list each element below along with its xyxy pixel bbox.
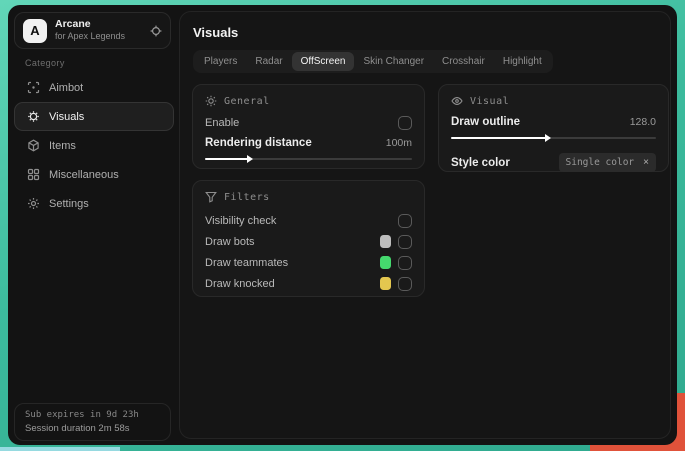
sidebar-item-miscellaneous[interactable]: Miscellaneous: [14, 160, 174, 189]
visual-panel: Visual Draw outline 128.0 Style color Si…: [438, 84, 669, 172]
draw-knocked-color-swatch[interactable]: [380, 277, 391, 290]
enable-row: Enable: [205, 116, 412, 130]
tab-skin-changer[interactable]: Skin Changer: [354, 52, 433, 71]
general-panel-header: General: [205, 95, 412, 107]
brand-card: A Arcane for Apex Legends: [14, 12, 171, 49]
sidebar-nav: Aimbot Visuals Items Miscellaneous Setti…: [14, 73, 174, 218]
target-icon[interactable]: [150, 25, 162, 37]
clear-icon[interactable]: ×: [643, 157, 649, 168]
rendering-distance-slider[interactable]: [205, 155, 412, 163]
main-content: Visuals Players Radar OffScreen Skin Cha…: [179, 11, 671, 439]
gear-icon: [27, 197, 40, 210]
filters-panel: Filters Visibility check Draw bots Draw …: [192, 180, 425, 297]
desktop-background: A Arcane for Apex Legends Category Aimbo…: [0, 0, 685, 451]
rendering-distance-row: Rendering distance 100m: [205, 137, 412, 149]
sub-expires-text: Sub expires in 9d 23h: [25, 410, 139, 420]
filter-label: Visibility check: [205, 214, 277, 227]
visibility-check-checkbox[interactable]: [398, 213, 412, 228]
sidebar-item-aimbot[interactable]: Aimbot: [14, 73, 174, 102]
draw-outline-row: Draw outline 128.0: [451, 116, 656, 128]
style-color-value: Single color: [565, 157, 635, 168]
brand-text: Arcane for Apex Legends: [55, 18, 150, 42]
tab-radar[interactable]: Radar: [246, 52, 291, 71]
sidebar-item-label: Settings: [49, 197, 89, 210]
sidebar-item-label: Items: [49, 139, 76, 152]
draw-bots-color-swatch[interactable]: [380, 235, 391, 248]
wallpaper-light-accent: [0, 447, 120, 451]
draw-teammates-color-swatch[interactable]: [380, 256, 391, 269]
crosshair-icon: [27, 81, 40, 94]
draw-bots-checkbox[interactable]: [398, 234, 412, 249]
sidebar-item-label: Miscellaneous: [49, 168, 119, 181]
funnel-icon: [205, 191, 217, 203]
enable-checkbox[interactable]: [398, 116, 412, 130]
subscription-footer: Sub expires in 9d 23h Session duration 2…: [14, 403, 171, 441]
draw-teammates-checkbox[interactable]: [398, 255, 412, 270]
tab-players[interactable]: Players: [195, 52, 246, 71]
draw-outline-value: 128.0: [629, 116, 656, 128]
filter-label: Draw bots: [205, 235, 255, 248]
visual-panel-title: Visual: [470, 95, 510, 107]
filter-row-visibility-check: Visibility check: [205, 210, 412, 231]
style-color-select[interactable]: Single color ×: [558, 153, 656, 172]
sidebar-item-items[interactable]: Items: [14, 131, 174, 160]
grid-icon: [27, 168, 40, 181]
sun-gear-icon: [205, 95, 217, 107]
filters-panel-header: Filters: [205, 191, 412, 203]
category-label: Category: [25, 58, 65, 68]
rendering-distance-label: Rendering distance: [205, 137, 312, 149]
eye-icon: [451, 95, 463, 107]
sidebar-item-label: Visuals: [49, 110, 85, 123]
filter-row-draw-bots: Draw bots: [205, 231, 412, 252]
general-panel-title: General: [224, 95, 270, 107]
visual-panel-header: Visual: [451, 95, 656, 107]
filter-row-draw-teammates: Draw teammates: [205, 252, 412, 273]
draw-outline-label: Draw outline: [451, 116, 521, 128]
visuals-tabbar: Players Radar OffScreen Skin Changer Cro…: [193, 50, 553, 73]
enable-label: Enable: [205, 117, 240, 129]
sidebar: A Arcane for Apex Legends Category Aimbo…: [8, 5, 180, 445]
draw-knocked-checkbox[interactable]: [398, 276, 412, 291]
slider-fill: [451, 134, 552, 142]
style-color-label: Style color: [451, 156, 510, 169]
style-color-row: Style color Single color ×: [451, 153, 656, 172]
sidebar-item-settings[interactable]: Settings: [14, 189, 174, 218]
tab-crosshair[interactable]: Crosshair: [433, 52, 494, 71]
eye-scan-icon: [27, 110, 40, 123]
draw-outline-slider[interactable]: [451, 134, 656, 142]
slider-fill: [205, 155, 253, 163]
general-panel: General Enable Rendering distance 100m: [192, 84, 425, 169]
app-window: A Arcane for Apex Legends Category Aimbo…: [8, 5, 677, 445]
session-duration-text: Session duration 2m 58s: [25, 423, 130, 434]
filter-label: Draw knocked: [205, 277, 275, 290]
slider-arrow-tip: [246, 155, 253, 163]
sidebar-item-visuals[interactable]: Visuals: [14, 102, 174, 131]
tab-offscreen[interactable]: OffScreen: [291, 52, 355, 71]
filter-label: Draw teammates: [205, 256, 289, 269]
app-subtitle: for Apex Legends: [55, 31, 126, 42]
slider-arrow-tip: [545, 134, 552, 142]
app-logo: A: [23, 18, 47, 43]
page-title: Visuals: [193, 25, 239, 40]
filters-panel-title: Filters: [224, 191, 270, 203]
cube-icon: [27, 139, 40, 152]
filter-row-draw-knocked: Draw knocked: [205, 273, 412, 294]
sidebar-item-label: Aimbot: [49, 81, 84, 94]
rendering-distance-value: 100m: [385, 137, 412, 149]
tab-highlight[interactable]: Highlight: [494, 52, 551, 71]
app-name: Arcane: [55, 18, 91, 31]
